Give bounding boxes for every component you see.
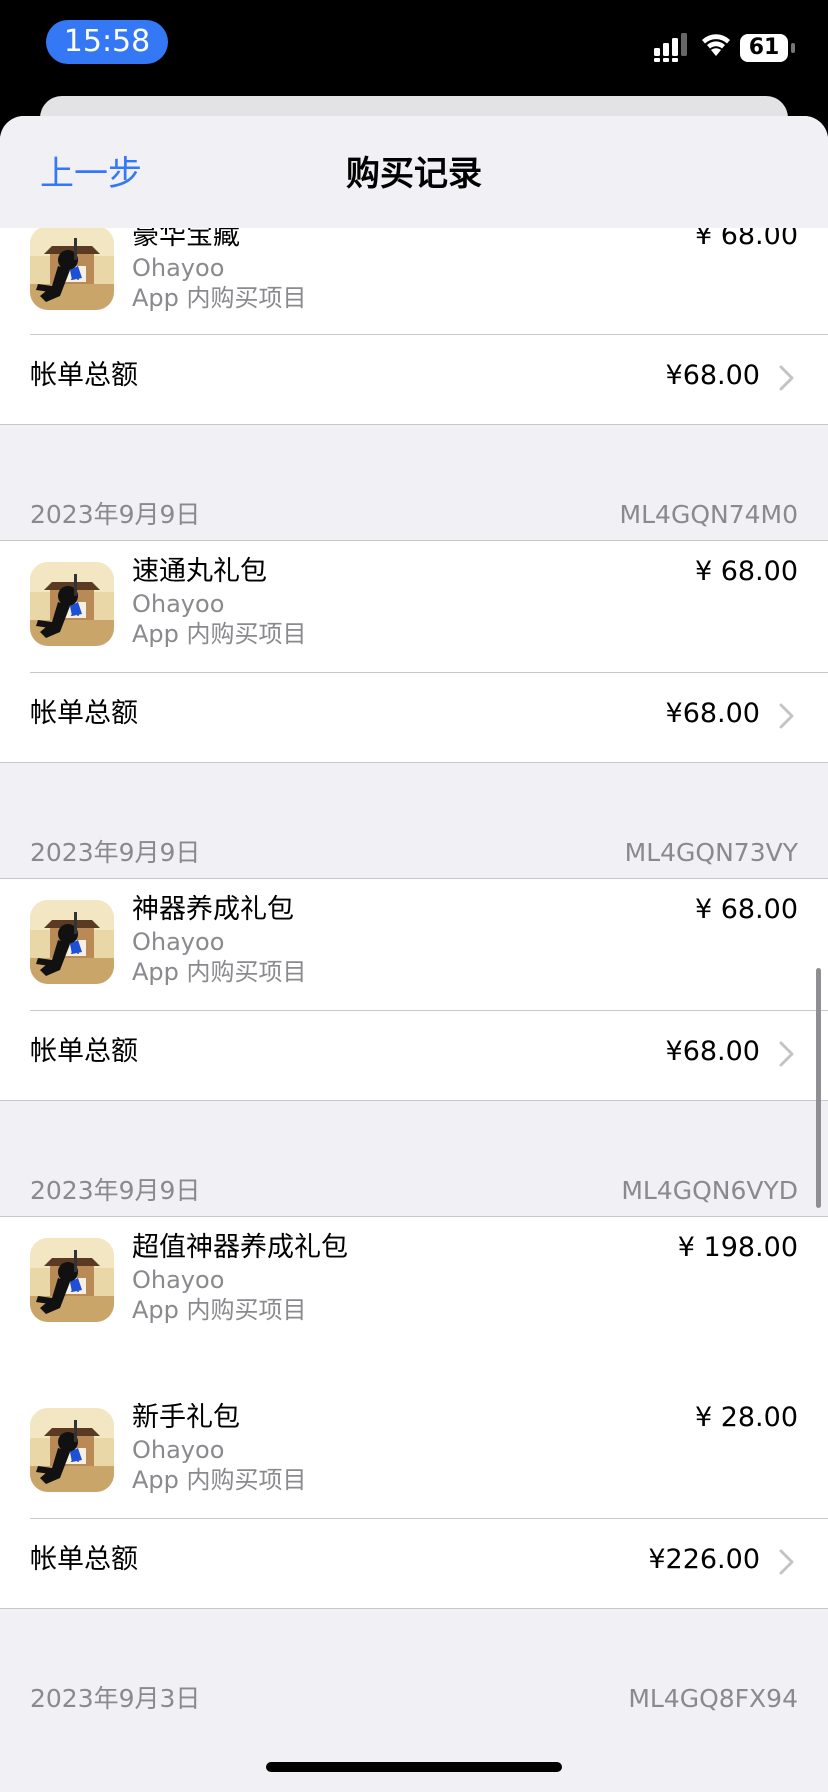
item-developer: Ohayoo xyxy=(132,590,225,618)
order-date: 2023年9月9日 xyxy=(30,500,201,529)
bill-total-row[interactable]: 帐单总额 ¥226.00 xyxy=(0,1518,828,1606)
item-developer: Ohayoo xyxy=(132,254,225,282)
game-app-icon xyxy=(30,900,114,984)
item-developer: Ohayoo xyxy=(132,928,225,956)
list-item[interactable]: 超值神器养成礼包 Ohayoo App 内购买项目 ¥ 198.00 xyxy=(0,1232,828,1338)
bill-total-row[interactable]: 帐单总额 ¥68.00 xyxy=(0,1010,828,1098)
bill-total-row[interactable]: 帐单总额 ¥68.00 xyxy=(0,672,828,760)
order-date: 2023年9月3日 xyxy=(30,1684,201,1713)
item-developer: Ohayoo xyxy=(132,1266,225,1294)
chevron-right-icon xyxy=(779,365,794,391)
scrollbar[interactable] xyxy=(816,968,821,1208)
game-app-icon xyxy=(30,226,114,310)
item-type: App 内购买项目 xyxy=(132,958,307,986)
chevron-right-icon xyxy=(779,1041,794,1067)
list-item[interactable]: 神器养成礼包 Ohayoo App 内购买项目 ¥ 68.00 xyxy=(0,894,828,1000)
bill-total-label: 帐单总额 xyxy=(30,1036,138,1067)
item-developer: Ohayoo xyxy=(132,1436,225,1464)
game-app-icon xyxy=(30,1408,114,1492)
game-app-icon xyxy=(30,1238,114,1322)
bill-total-amount: ¥68.00 xyxy=(665,360,760,391)
list-item[interactable]: 速通丸礼包 Ohayoo App 内购买项目 ¥ 68.00 xyxy=(0,556,828,662)
item-name: 新手礼包 xyxy=(132,1402,240,1433)
item-price: ¥ 68.00 xyxy=(694,556,798,587)
bill-total-label: 帐单总额 xyxy=(30,360,138,391)
divider xyxy=(0,762,828,763)
divider xyxy=(0,1608,828,1609)
bill-total-amount: ¥68.00 xyxy=(665,698,760,729)
item-name: 神器养成礼包 xyxy=(132,894,294,925)
page-title: 购买记录 xyxy=(346,154,482,194)
order-id: ML4GQ8FX94 xyxy=(628,1684,798,1713)
bill-total-label: 帐单总额 xyxy=(30,1544,138,1575)
purchase-list[interactable]: 豪华宝藏 Ohayoo App 内购买项目 ¥ 68.00 帐单总额 ¥68.0… xyxy=(0,0,828,1792)
item-type: App 内购买项目 xyxy=(132,1466,307,1494)
bill-total-label: 帐单总额 xyxy=(30,698,138,729)
item-type: App 内购买项目 xyxy=(132,284,307,312)
item-type: App 内购买项目 xyxy=(132,1296,307,1324)
navigation-bar-overlay: 上一步 购买记录 xyxy=(0,116,828,228)
game-app-icon xyxy=(30,562,114,646)
bill-total-row[interactable]: 帐单总额 ¥68.00 xyxy=(0,334,828,422)
chevron-right-icon xyxy=(779,1549,794,1575)
order-header: 2023年9月9日 ML4GQN6VYD xyxy=(0,1168,828,1214)
list-item[interactable]: 豪华宝藏 Ohayoo App 内购买项目 ¥ 68.00 xyxy=(0,220,828,326)
order-header: 2023年9月9日 ML4GQN73VY xyxy=(0,830,828,876)
divider xyxy=(0,424,828,425)
order-id: ML4GQN73VY xyxy=(624,838,798,867)
item-name: 超值神器养成礼包 xyxy=(132,1232,348,1263)
item-name: 速通丸礼包 xyxy=(132,556,267,587)
chevron-right-icon xyxy=(779,703,794,729)
order-header: 2023年9月3日 ML4GQ8FX94 xyxy=(0,1676,828,1722)
order-id: ML4GQN74M0 xyxy=(619,500,798,529)
bill-total-amount: ¥68.00 xyxy=(665,1036,760,1067)
home-indicator[interactable] xyxy=(266,1762,562,1772)
order-date: 2023年9月9日 xyxy=(30,1176,201,1205)
item-price: ¥ 198.00 xyxy=(677,1232,798,1263)
order-header: 2023年9月9日 ML4GQN74M0 xyxy=(0,492,828,538)
bill-total-amount: ¥226.00 xyxy=(648,1544,760,1575)
item-type: App 内购买项目 xyxy=(132,620,307,648)
order-date: 2023年9月9日 xyxy=(30,838,201,867)
list-item[interactable]: 新手礼包 Ohayoo App 内购买项目 ¥ 28.00 xyxy=(0,1402,828,1508)
order-id: ML4GQN6VYD xyxy=(621,1176,798,1205)
item-price: ¥ 68.00 xyxy=(694,894,798,925)
item-price: ¥ 28.00 xyxy=(694,1402,798,1433)
divider xyxy=(0,1100,828,1101)
